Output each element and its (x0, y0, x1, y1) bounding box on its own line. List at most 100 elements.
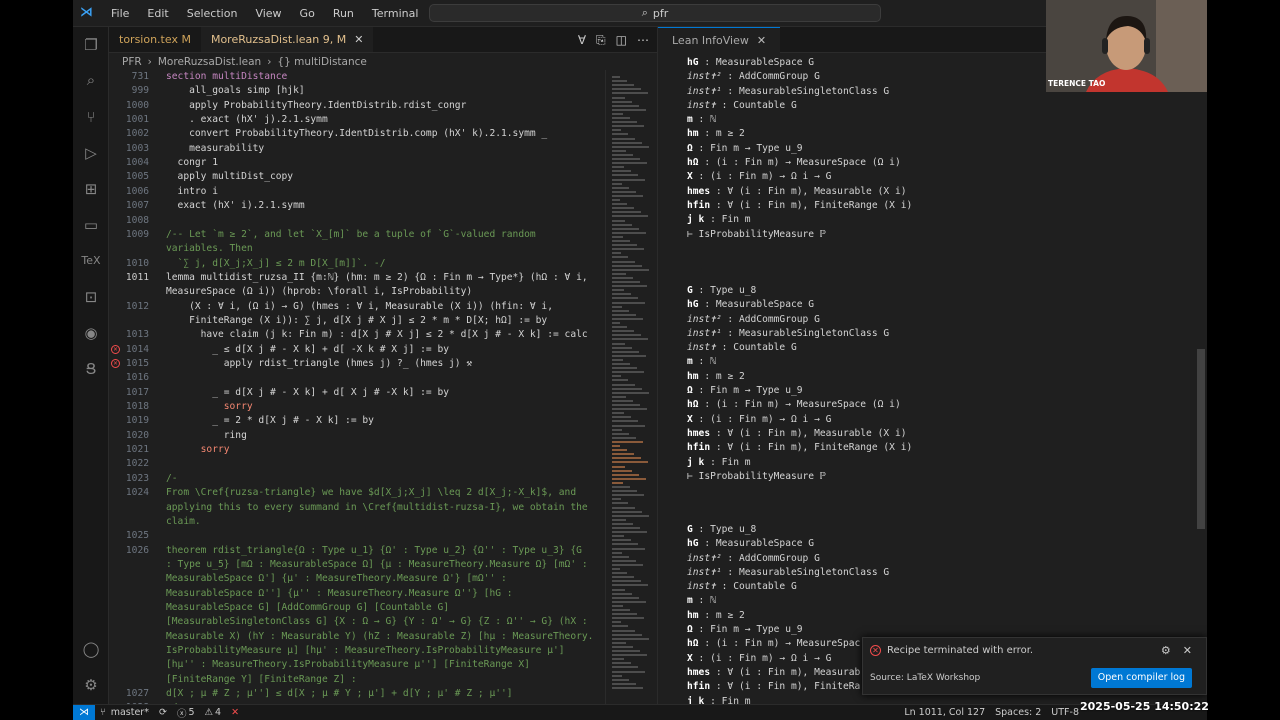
breadcrumb-item[interactable]: PFR (122, 56, 142, 68)
hypothesis[interactable]: X : (i : Fin m) → Ω i → G (687, 652, 889, 666)
goal-target[interactable]: ⊢ IsProbabilityMeasure ℙ (687, 470, 912, 484)
indentation[interactable]: Spaces: 2 (995, 707, 1041, 718)
lean-icon[interactable]: ⊡ (81, 287, 101, 307)
tex-icon[interactable]: TeX (81, 251, 101, 271)
settings-gear-icon[interactable]: ⚙ (81, 675, 101, 695)
menu-item-selection[interactable]: Selection (187, 7, 238, 20)
hypothesis[interactable]: hG : MeasurableSpace G (687, 298, 912, 312)
sticky-scroll-line[interactable]: section multiDistance (166, 70, 288, 84)
hypothesis[interactable]: hΩ : (i : Fin m) → MeasureSpace (Ω i) (687, 398, 912, 412)
hypothesis[interactable]: inst✝ : Countable G (687, 341, 912, 355)
error-gutter-icon[interactable]: ✕ (111, 344, 120, 354)
minimap[interactable] (605, 70, 657, 704)
hypothesis[interactable]: hΩ : (i : Fin m) → MeasureSpace (Ω i) (687, 156, 912, 170)
hypothesis[interactable]: inst✝² : AddCommGroup G (687, 313, 912, 327)
gear-icon[interactable]: ⚙ (1161, 644, 1171, 657)
hypothesis[interactable]: hmes : ∀ (i : Fin m), Measurable (X i) (687, 427, 912, 441)
code-line[interactable]: `∑ j, d[X_j;X_j] ≤ 2 m D[X_[m]]`. -/ (166, 257, 386, 271)
hypothesis[interactable]: X : (i : Fin m) → Ω i → G (687, 413, 912, 427)
hypothesis[interactable]: inst✝¹ : MeasurableSingletonClass G (687, 327, 912, 341)
code-line[interactable]: [MeasurableSingletonClass G] {X : Ω → G}… (166, 615, 588, 629)
code-line[interactable]: (X : ∀ i, (Ω i) → G) (hmes : ∀ i, Measur… (166, 300, 553, 314)
tab-torsion-tex[interactable]: torsion.tex M (109, 27, 201, 52)
close-tab-icon[interactable]: ✕ (354, 33, 363, 46)
code-line[interactable]: sorry (166, 443, 230, 457)
hypothesis[interactable]: inst✝² : AddCommGroup G (687, 70, 912, 84)
cursor-position[interactable]: Ln 1011, Col 127 (904, 707, 985, 718)
branch-name[interactable]: master* (111, 707, 149, 718)
hypothesis[interactable]: hmes : ∀ (i : Fin m), Measurab (687, 666, 889, 680)
hypothesis[interactable]: hm : m ≥ 2 (687, 609, 889, 623)
code-line[interactable]: [FiniteRange Y] [FiniteRange Z] : (166, 673, 357, 687)
hypothesis[interactable]: Ω : Fin m → Type u_9 (687, 384, 912, 398)
code-line[interactable]: MeasurableSpace G] [AddCommGroup G] [Cou… (166, 601, 449, 615)
code-line[interactable]: MeasurableSpace Ω'] {μ' : MeasureTheory.… (166, 572, 507, 586)
code-line[interactable]: exact (hX' i).2.1.symm (166, 199, 305, 213)
warning-count-icon[interactable]: ⚠ (205, 707, 214, 718)
lean-status-icon[interactable]: ✕ (231, 707, 239, 718)
code-line[interactable]: IsProbabilityMeasure μ] [hμ' : MeasureTh… (166, 644, 565, 658)
run-debug-icon[interactable]: ▷ (81, 143, 101, 163)
code-line[interactable]: d[X ; μ # Z ; μ''] ≤ d[X ; μ # Y ; μ'] +… (166, 687, 513, 701)
code-line[interactable]: MeasureSpace (Ω i)) (hprob: \forall i, I… (166, 285, 472, 299)
hypothesis[interactable]: Ω : Fin m → Type u_9 (687, 142, 912, 156)
hypothesis[interactable]: hm : m ≥ 2 (687, 127, 912, 141)
hypothesis[interactable]: inst✝¹ : MeasurableSingletonClass G (687, 566, 889, 580)
code-line[interactable]: _ ≤ d[X j # - X k] + d[ -X k # X j] := b… (166, 343, 449, 357)
code-line[interactable]: measurability (166, 142, 264, 156)
code-line[interactable]: /-- Let `m ≥ 2`, and let `X_[m]` be a tu… (166, 228, 536, 242)
github-icon[interactable]: ◉ (81, 323, 101, 343)
code-line[interactable]: /- (166, 472, 178, 486)
hypothesis[interactable]: G : Type u_8 (687, 523, 889, 537)
code-line[interactable]: Measurable X) (hY : Measurable Y) (hZ : … (166, 630, 593, 644)
hypothesis[interactable]: m : ℕ (687, 594, 889, 608)
remote-explorer-icon[interactable]: ▭ (81, 215, 101, 235)
warning-count[interactable]: 4 (215, 707, 221, 718)
code-line[interactable]: _ = 2 * d[X j # - X k] := by (166, 414, 374, 428)
code-line[interactable]: intro i (166, 185, 218, 199)
hypothesis[interactable]: hmes : ∀ (i : Fin m), Measurable (X i) (687, 185, 912, 199)
scrollbar[interactable] (1197, 349, 1205, 529)
code-line[interactable]: sorry (166, 400, 253, 414)
hypothesis[interactable]: inst✝² : AddCommGroup G (687, 552, 889, 566)
hypothesis[interactable]: hfin : ∀ (i : Fin m), FiniteRange (X i) (687, 199, 912, 213)
split-editor-icon[interactable]: ◫ (616, 33, 627, 48)
error-count[interactable]: 5 (188, 707, 194, 718)
more-actions-icon[interactable]: ⋯ (637, 33, 649, 48)
code-line[interactable]: : Type u_5} [mΩ : MeasurableSpace Ω] {μ … (166, 558, 588, 572)
gitlens-icon[interactable]: Ց (81, 359, 101, 379)
source-control-icon[interactable]: ⑂ (81, 107, 101, 127)
explorer-icon[interactable]: ❐ (81, 35, 101, 55)
code-line[interactable]: applying this to every summand in \Cref{… (166, 501, 588, 515)
remote-indicator-icon[interactable]: ⋊ (73, 704, 95, 720)
code-line[interactable]: [hμ'' : MeasureTheory.IsProbabilityMeasu… (166, 658, 530, 672)
menu-item-run[interactable]: Run (333, 7, 354, 20)
code-line[interactable]: apply rdist_triangle (hmes j) ?_ (hmes j… (166, 357, 472, 371)
lean-menu-icon[interactable]: ∀ (578, 33, 586, 48)
hypothesis[interactable]: Ω : Fin m → Type u_9 (687, 623, 889, 637)
open-compiler-log-button[interactable]: Open compiler log (1090, 668, 1192, 688)
error-gutter-icon[interactable]: ✕ (111, 359, 120, 368)
code-line[interactable]: From \Cref{ruzsa-triangle} we have $d[X_… (166, 486, 576, 500)
menu-item-file[interactable]: File (111, 7, 129, 20)
hypothesis[interactable]: inst✝ : Countable G (687, 580, 889, 594)
code-line[interactable]: _ = d[X j # - X k] + d[ X j # -X k] := b… (166, 386, 449, 400)
code-line[interactable]: MeasurableSpace Ω''] {μ'' : MeasureTheor… (166, 587, 513, 601)
breadcrumb-item[interactable]: {} multiDistance (277, 56, 366, 68)
hypothesis[interactable]: hG : MeasurableSpace G (687, 537, 889, 551)
extensions-icon[interactable]: ⊞ (81, 179, 101, 199)
hypothesis[interactable]: hG : MeasurableSpace G (687, 56, 912, 70)
hypothesis[interactable]: m : ℕ (687, 113, 912, 127)
hypothesis[interactable]: m : ℕ (687, 355, 912, 369)
menu-item-view[interactable]: View (255, 7, 281, 20)
hypothesis[interactable]: j k : Fin m (687, 695, 889, 704)
goal-target[interactable]: ⊢ IsProbabilityMeasure ℙ (687, 228, 912, 242)
code-line[interactable]: have claim (j k: Fin m) : d[X j # X j] ≤… (166, 328, 588, 342)
code-line[interactable]: lemma multidist_ruzsa_II {m:ℕ} (hm: m ≥ … (166, 271, 588, 285)
search-view-icon[interactable]: ⌕ (81, 70, 101, 90)
sync-icon[interactable]: ⟳ (159, 707, 167, 718)
error-count-icon[interactable]: ⓧ (177, 706, 187, 720)
code-line[interactable]: FiniteRange (X i)): ∑ j, d[X j # X j] ≤ … (166, 314, 547, 328)
code-line[interactable]: claim. (166, 515, 201, 529)
menu-item-go[interactable]: Go (300, 7, 315, 20)
